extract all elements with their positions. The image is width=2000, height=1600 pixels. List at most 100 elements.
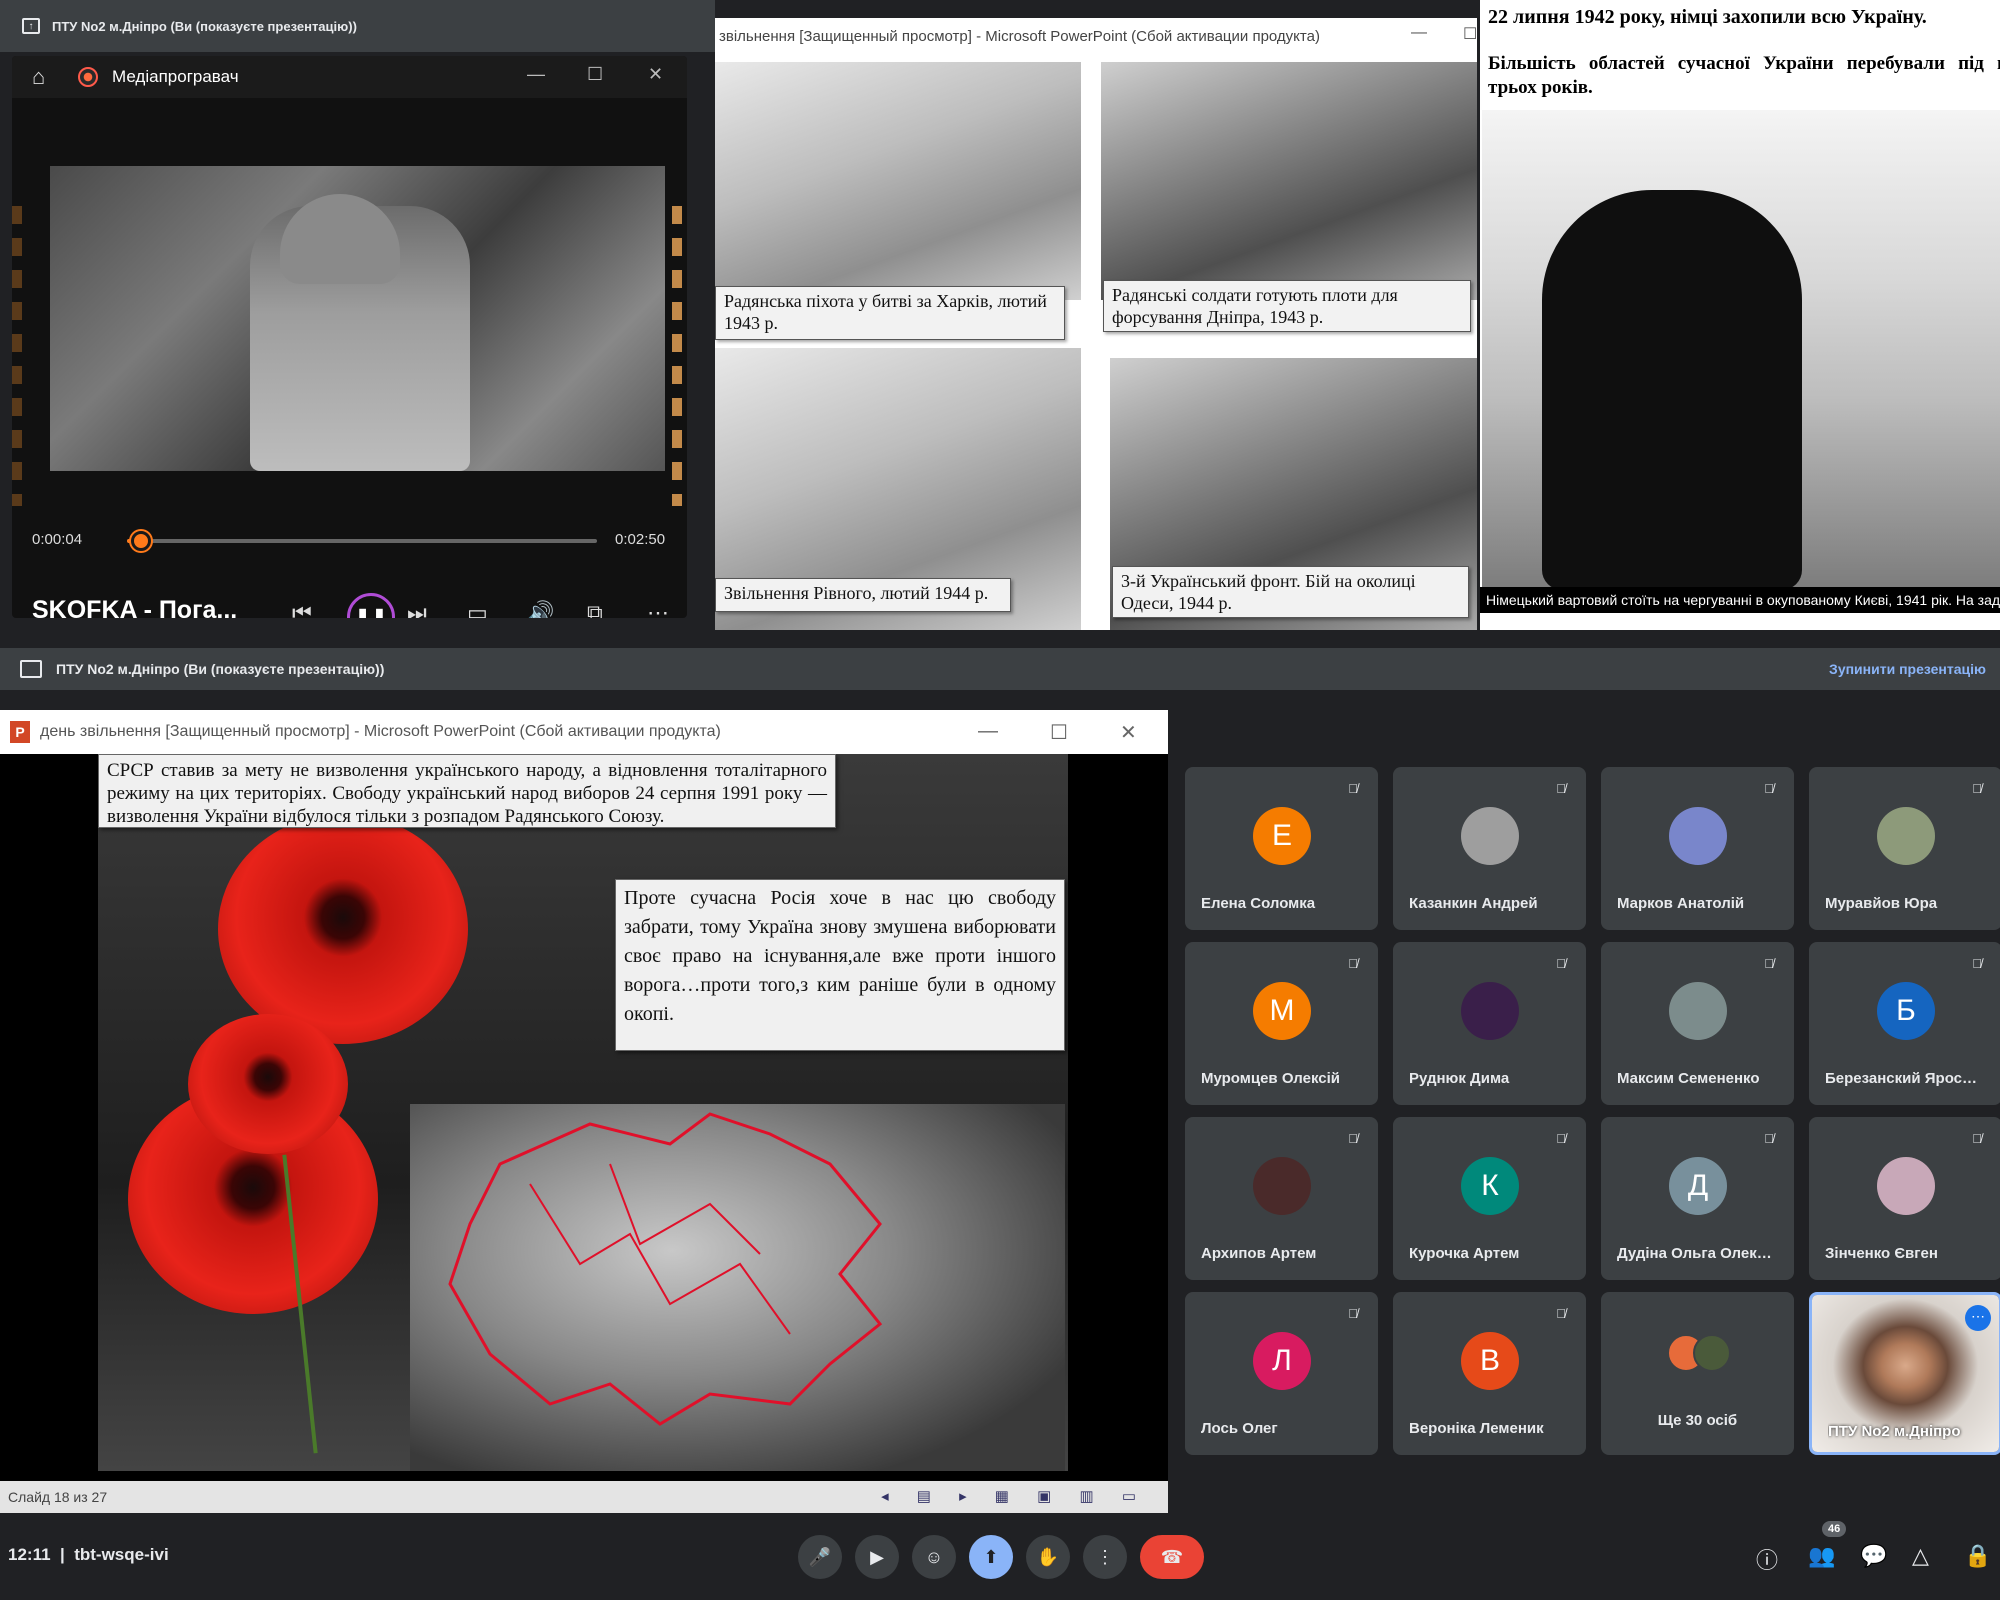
pause-button[interactable]: ❚❚ bbox=[347, 593, 395, 618]
subtitles-icon[interactable]: ▭ bbox=[467, 600, 488, 618]
poppy-flower bbox=[218, 814, 468, 1044]
slide-counter: Слайд 18 из 27 bbox=[8, 1489, 108, 1505]
mic-off-icon: 🎙̸ bbox=[1764, 956, 1774, 971]
next-icon[interactable]: ⏭ bbox=[407, 600, 427, 618]
participant-tile[interactable]: 🎙̸ Д Дудіна Ольга Олек… bbox=[1601, 1117, 1794, 1280]
participant-tile[interactable]: 🎙̸ М Муромцев Олексій bbox=[1185, 942, 1378, 1105]
present-screen-icon bbox=[20, 660, 42, 678]
more-participants-tile[interactable]: Ще 30 осіб bbox=[1601, 1292, 1794, 1455]
camera-icon: ▶ bbox=[870, 1546, 884, 1567]
slide-text-top: СРСР ставив за мету не визволення україн… bbox=[98, 754, 836, 828]
raise-hand-button[interactable]: ✋ bbox=[1026, 1535, 1070, 1579]
participant-name: Муравйов Юра bbox=[1825, 895, 1938, 912]
avatar bbox=[1461, 807, 1519, 865]
caption-rivne: Звільнення Рівного, лютий 1944 р. bbox=[715, 578, 1011, 612]
camera-button[interactable]: ▶ bbox=[855, 1535, 899, 1579]
more-options-button[interactable]: ⋮ bbox=[1083, 1535, 1127, 1579]
mic-off-icon: 🎙̸ bbox=[1348, 956, 1358, 971]
avatar bbox=[1669, 807, 1727, 865]
media-player-logo-icon bbox=[78, 67, 98, 87]
participant-tile[interactable]: 🎙̸ Казанкин Андрей bbox=[1393, 767, 1586, 930]
previous-icon[interactable]: ⏮ bbox=[292, 600, 312, 618]
media-player-window: ⌂ Медіапрогравач — ☐ ✕ 0:00:04 0:02:50 S… bbox=[12, 56, 687, 618]
maximize-icon[interactable]: ☐ bbox=[587, 64, 603, 85]
people-icon[interactable]: 👥 bbox=[1808, 1543, 1835, 1569]
participant-tile[interactable]: 🎙̸ Зінченко Євген bbox=[1809, 1117, 2000, 1280]
minimize-icon[interactable]: — bbox=[978, 720, 998, 743]
leave-call-button[interactable]: ☎ bbox=[1140, 1535, 1204, 1579]
reactions-button[interactable]: ☺ bbox=[912, 1535, 956, 1579]
ppt-top-title: звільнення [Защищенный просмотр] - Micro… bbox=[719, 27, 1320, 45]
participant-tile[interactable]: 🎙̸ Марков Анатолій bbox=[1601, 767, 1794, 930]
mic-off-icon: 🎙̸ bbox=[1972, 781, 1982, 796]
volume-icon[interactable]: 🔊 bbox=[527, 600, 554, 618]
participant-tile[interactable]: 🎙̸ Муравйов Юра bbox=[1809, 767, 2000, 930]
current-time: 0:00:04 bbox=[32, 531, 83, 548]
kyiv-photo bbox=[1482, 110, 2000, 590]
ppt-main-title: день звільнення [Защищенный просмотр] - … bbox=[40, 723, 721, 740]
activities-icon[interactable]: △ bbox=[1912, 1543, 1929, 1569]
present-button[interactable]: ⬆ bbox=[969, 1535, 1013, 1579]
participant-tile[interactable]: 🎙̸ К Курочка Артем bbox=[1393, 1117, 1586, 1280]
participant-tile[interactable]: 🎙̸ Руднюк Дима bbox=[1393, 942, 1586, 1105]
avatar: М bbox=[1253, 982, 1311, 1040]
mic-off-icon: 🎙̸ bbox=[1556, 1131, 1566, 1146]
mic-off-icon: 🎙̸ bbox=[1348, 1306, 1358, 1321]
people-count-badge: 46 bbox=[1822, 1521, 1847, 1537]
minimize-icon[interactable]: — bbox=[527, 64, 545, 85]
minimize-icon[interactable]: — bbox=[1411, 24, 1427, 42]
participant-name: Курочка Артем bbox=[1409, 1245, 1520, 1262]
host-controls-icon[interactable]: 🔒 bbox=[1964, 1543, 1991, 1569]
participant-name: Березанский Ярос… bbox=[1825, 1070, 1977, 1087]
close-icon[interactable]: ✕ bbox=[1120, 720, 1137, 745]
participant-name: Руднюк Дима bbox=[1409, 1070, 1510, 1087]
home-icon[interactable]: ⌂ bbox=[32, 64, 56, 90]
participant-name: Марков Анатолій bbox=[1617, 895, 1745, 912]
chat-icon[interactable]: 💬 bbox=[1860, 1543, 1887, 1569]
avatar bbox=[1693, 1334, 1731, 1372]
mic-off-icon: 🎙̸ bbox=[1348, 781, 1358, 796]
close-icon[interactable]: ✕ bbox=[648, 64, 663, 85]
emoji-icon: ☺ bbox=[924, 1546, 944, 1567]
avatar bbox=[1461, 982, 1519, 1040]
soldiers-map-image bbox=[410, 1104, 1065, 1471]
participant-tile[interactable]: 🎙̸ Л Лось Олег bbox=[1185, 1292, 1378, 1455]
presenting-banner-main-text: ПТУ No2 м.Дніпро (Ви (показуєте презента… bbox=[56, 661, 385, 677]
powerpoint-window-top: звільнення [Защищенный просмотр] - Micro… bbox=[715, 18, 1477, 630]
info-icon[interactable]: ⓘ bbox=[1756, 1543, 1778, 1575]
maximize-icon[interactable]: ☐ bbox=[1463, 24, 1477, 44]
mic-off-icon: 🎙̸ bbox=[1764, 781, 1774, 796]
total-time: 0:02:50 bbox=[615, 531, 666, 548]
slide-text-right: Проте сучасна Росія хоче в нас цю свобод… bbox=[615, 879, 1065, 1051]
powerpoint-window-main: P день звільнення [Защищенный просмотр] … bbox=[0, 710, 1168, 1513]
kyiv-slide-heading: 22 липня 1942 року, німці захопили всю У… bbox=[1488, 6, 1927, 28]
film-strip-right bbox=[672, 206, 682, 506]
hand-icon: ✋ bbox=[1036, 1546, 1060, 1567]
video-frame[interactable] bbox=[50, 166, 665, 471]
miniplayer-icon[interactable]: ⧉ bbox=[587, 600, 603, 618]
view-buttons[interactable]: ◂ ▤ ▸ ▦ ▣ ▥ ▭ bbox=[881, 1487, 1148, 1505]
participant-tile[interactable]: 🎙̸ В Вероніка Леменик bbox=[1393, 1292, 1586, 1455]
stop-presenting-button[interactable]: Зупинити презентацію bbox=[1829, 661, 1986, 677]
self-video-tile[interactable]: ⋯ ПТУ No2 м.Дніпро bbox=[1809, 1292, 2000, 1455]
participant-tile[interactable]: 🎙̸ Б Березанский Ярос… bbox=[1809, 942, 2000, 1105]
mic-off-icon: 🎙̸ bbox=[1348, 1131, 1358, 1146]
seek-knob[interactable] bbox=[131, 531, 152, 551]
participant-tile[interactable]: 🎙̸ Максим Семененко bbox=[1601, 942, 1794, 1105]
maximize-icon[interactable]: ☐ bbox=[1050, 720, 1068, 745]
seek-bar[interactable] bbox=[127, 531, 597, 551]
avatar: В bbox=[1461, 1332, 1519, 1390]
mic-button[interactable]: 🎤 bbox=[798, 1535, 842, 1579]
caption-odesa: 3-й Український фронт. Бій на околиці Од… bbox=[1112, 566, 1469, 618]
more-icon[interactable]: ⋯ bbox=[647, 600, 669, 618]
song-title: SKOFKA - Пога... bbox=[32, 596, 238, 618]
present-screen-icon: ⬆ bbox=[983, 1546, 999, 1567]
soldier-silhouette bbox=[1542, 190, 1802, 590]
kyiv-slide-subheading: Більшість областей сучасної України пере… bbox=[1488, 53, 2000, 98]
presenting-banner-text: ПТУ No2 м.Дніпро (Ви (показуєте презента… bbox=[52, 18, 357, 34]
avatar: Д bbox=[1669, 1157, 1727, 1215]
clock-time: 12:11 bbox=[8, 1545, 51, 1564]
more-options-icon[interactable]: ⋯ bbox=[1965, 1305, 1991, 1331]
participant-tile[interactable]: 🎙̸ Архипов Артем bbox=[1185, 1117, 1378, 1280]
participant-tile[interactable]: 🎙̸ Е Елена Соломка bbox=[1185, 767, 1378, 930]
